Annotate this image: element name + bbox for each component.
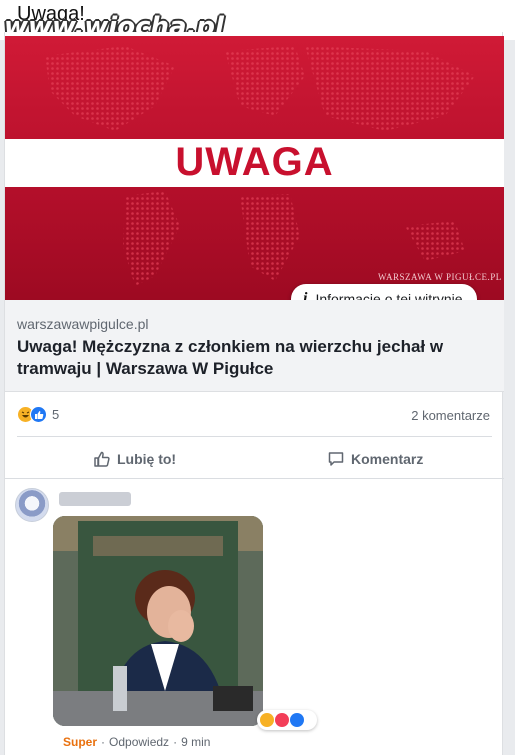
meta-separator: · [101,735,106,749]
comment-reactions[interactable] [257,710,317,730]
comment-count-link[interactable]: 2 komentarze [411,408,490,423]
comment-button-label: Komentarz [351,451,424,467]
reply-link[interactable]: Odpowiedz [109,735,169,749]
comment-icon [328,452,344,466]
link-preview-image[interactable]: UWAGA WARSZAWA W PIGUŁCE.PL i Informacje… [5,36,504,300]
commenter-name-redacted[interactable] [59,492,131,506]
comment-reaction-label[interactable]: Super [63,735,97,749]
comment-meta: Super · Odpowiedz · 9 min [63,735,210,749]
hero-headline: UWAGA [175,140,334,184]
comment-time[interactable]: 9 min [181,735,210,749]
site-info-button[interactable]: i Informacje o tej witrynie [291,284,477,300]
commenter-avatar[interactable] [15,488,49,522]
reaction-count: 5 [52,407,60,422]
comments-divider [5,478,504,479]
comment-button[interactable]: Komentarz [327,442,423,476]
info-icon: i [303,290,308,300]
reaction-summary[interactable]: 5 [17,406,59,423]
like-icon [290,713,304,727]
like-icon [30,406,47,423]
link-title[interactable]: Uwaga! Mężczyzna z członkiem na wierzchu… [17,336,497,380]
actions-divider [17,436,492,437]
site-info-label: Informacje o tej witrynie [315,291,463,300]
link-preview[interactable]: warszawawpigulce.pl Uwaga! Mężczyzna z c… [5,300,504,392]
like-button-label: Lubię to! [117,451,177,467]
thumbs-up-icon [94,451,110,467]
haha-icon [260,713,274,727]
source-logo: WARSZAWA W PIGUŁCE.PL [378,272,502,282]
meta-separator: · [173,735,178,749]
facebook-post-card: UWAGA WARSZAWA W PIGUŁCE.PL i Informacje… [4,32,504,755]
link-domain: warszawawpigulce.pl [17,316,149,332]
comment-gif[interactable] [53,516,263,726]
speaker-laughing-image [53,516,263,726]
like-button[interactable]: Lubię to! [93,442,176,476]
love-icon [275,713,289,727]
